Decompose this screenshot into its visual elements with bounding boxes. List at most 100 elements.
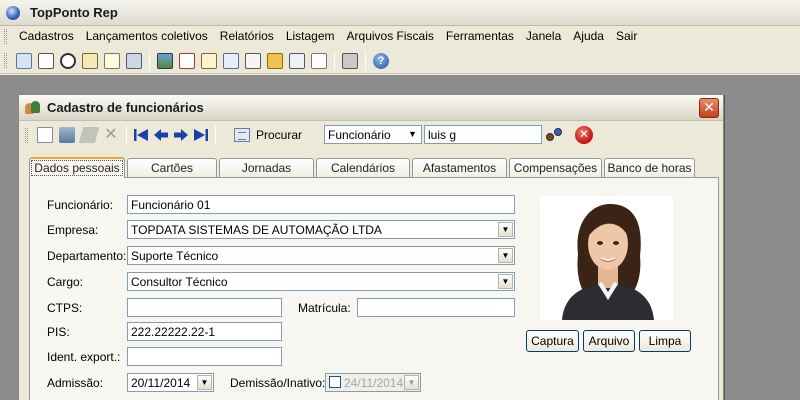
menu-sair[interactable]: Sair [610, 26, 643, 47]
chart-report-icon[interactable] [201, 52, 217, 69]
employee-photo [540, 196, 673, 320]
demissao-checkbox[interactable] [329, 376, 341, 388]
lock-icon[interactable] [267, 52, 283, 69]
cargo-select[interactable]: Consultor Técnico ▼ [127, 272, 515, 291]
menu-cadastros[interactable]: Cadastros [13, 26, 80, 47]
calculator-icon[interactable] [126, 52, 142, 69]
ident-export-input[interactable] [127, 347, 282, 366]
toolbar-grip [4, 53, 7, 68]
person-report-icon[interactable] [223, 52, 239, 69]
main-toolbar: ? [0, 48, 800, 74]
capture-photo-button[interactable]: Captura [526, 330, 579, 352]
cargo-label: Cargo: [47, 275, 84, 289]
ident-export-label: Ident. export.: [47, 350, 121, 364]
printer-icon[interactable] [342, 52, 358, 69]
matricula-label: Matrícula: [298, 301, 351, 315]
toolbar-separator [334, 51, 335, 70]
file-photo-button[interactable]: Arquivo [583, 330, 635, 352]
window-toolbar-separator [126, 126, 127, 144]
menu-listagem[interactable]: Listagem [280, 26, 341, 47]
recycle-icon[interactable] [59, 127, 75, 143]
clock-icon[interactable] [60, 52, 76, 69]
search-button[interactable]: Procurar [234, 128, 302, 142]
menu-lancamentos-coletivos[interactable]: Lançamentos coletivos [80, 26, 214, 47]
toolbar-separator [365, 51, 366, 70]
window-toolbar-grip [25, 127, 28, 143]
chevron-down-icon[interactable]: ▼ [405, 127, 420, 142]
employees-card-icon[interactable] [16, 52, 32, 69]
demissao-label: Demissão/Inativo: [230, 376, 326, 390]
ctps-input[interactable] [127, 298, 282, 317]
empresa-select[interactable]: TOPDATA SISTEMAS DE AUTOMAÇÃO LTDA ▼ [127, 220, 515, 239]
first-record-icon[interactable] [133, 127, 149, 143]
admissao-label: Admissão: [47, 376, 104, 390]
new-document-icon[interactable] [37, 127, 53, 143]
menu-janela[interactable]: Janela [520, 26, 567, 47]
help-icon[interactable]: ? [373, 52, 389, 69]
window-toolbar: ✕ Procurar Funcionário ▼ luis g ✕ [19, 121, 723, 149]
pis-label: PIS: [47, 325, 70, 339]
chevron-down-icon[interactable]: ▼ [404, 375, 419, 390]
empresa-label: Empresa: [47, 223, 99, 237]
tab-strip: Dados pessoais Cartões Jornadas Calendár… [29, 157, 719, 178]
binoculars-icon[interactable] [546, 127, 564, 143]
pis-input[interactable]: 222.22222.22-1 [127, 322, 282, 341]
search-input[interactable]: luis g [424, 125, 542, 144]
report-icon[interactable] [179, 52, 195, 69]
chevron-down-icon[interactable]: ▼ [197, 375, 212, 390]
tab-banco-de-horas[interactable]: Banco de horas [604, 158, 695, 177]
tab-afastamentos[interactable]: Afastamentos [412, 158, 507, 177]
edit-icon[interactable] [311, 52, 327, 69]
admissao-date[interactable]: 20/11/2014 ▼ [127, 373, 214, 392]
menu-arquivos-fiscais[interactable]: Arquivos Fiscais [341, 26, 440, 47]
toolbar-separator [149, 51, 150, 70]
tab-dados-pessoais[interactable]: Dados pessoais [29, 157, 125, 178]
image-icon[interactable] [157, 52, 173, 69]
notes-icon[interactable] [104, 52, 120, 69]
funcionario-label: Funcionário: [47, 198, 114, 212]
export-icon[interactable] [289, 52, 305, 69]
menu-ajuda[interactable]: Ajuda [567, 26, 610, 47]
next-record-icon[interactable] [173, 127, 189, 143]
admissao-value: 20/11/2014 [131, 376, 191, 390]
matricula-input[interactable] [357, 298, 515, 317]
id-card-icon[interactable] [38, 52, 54, 69]
window-title: Cadastro de funcionários [47, 100, 204, 115]
window-close-button[interactable]: ✕ [699, 98, 719, 118]
window-toolbar-separator [215, 126, 216, 144]
departamento-value: Suporte Técnico [131, 249, 219, 263]
window-title-bar: Cadastro de funcionários ✕ [19, 95, 723, 121]
menu-relatorios[interactable]: Relatórios [214, 26, 280, 47]
tab-calendarios[interactable]: Calendários [316, 158, 410, 177]
tab-compensacoes[interactable]: Compensações [509, 158, 602, 177]
search-field-select[interactable]: Funcionário ▼ [324, 125, 422, 144]
tab-cartoes[interactable]: Cartões [127, 158, 217, 177]
cargo-value: Consultor Técnico [131, 275, 228, 289]
tab-jornadas[interactable]: Jornadas [219, 158, 314, 177]
chevron-down-icon[interactable]: ▼ [498, 274, 513, 289]
eraser-icon[interactable] [78, 127, 100, 143]
funcionario-input[interactable]: Funcionário 01 [127, 195, 515, 214]
demissao-value: 24/11/2014 [344, 376, 404, 390]
departamento-select[interactable]: Suporte Técnico ▼ [127, 246, 515, 265]
app-title-bar: TopPonto Rep [0, 0, 800, 26]
search-field-value: Funcionário [328, 128, 391, 142]
employee-portrait-icon [540, 196, 673, 320]
chevron-down-icon[interactable]: ▼ [498, 222, 513, 237]
menu-bar: Cadastros Lançamentos coletivos Relatóri… [0, 26, 800, 47]
cancel-search-icon[interactable]: ✕ [575, 126, 593, 144]
search-window-icon [234, 128, 250, 142]
previous-record-icon[interactable] [153, 127, 169, 143]
people-icon [25, 100, 41, 115]
chevron-down-icon[interactable]: ▼ [498, 248, 513, 263]
last-record-icon[interactable] [193, 127, 209, 143]
departamento-label: Departamento: [47, 249, 127, 263]
calendar-icon[interactable] [82, 52, 98, 69]
search-label: Procurar [256, 128, 303, 142]
search-report-icon[interactable] [245, 52, 261, 69]
empresa-value: TOPDATA SISTEMAS DE AUTOMAÇÃO LTDA [131, 223, 382, 237]
app-title: TopPonto Rep [30, 5, 118, 20]
menu-ferramentas[interactable]: Ferramentas [440, 26, 520, 47]
delete-icon[interactable]: ✕ [103, 127, 119, 143]
clear-photo-button[interactable]: Limpa [639, 330, 691, 352]
